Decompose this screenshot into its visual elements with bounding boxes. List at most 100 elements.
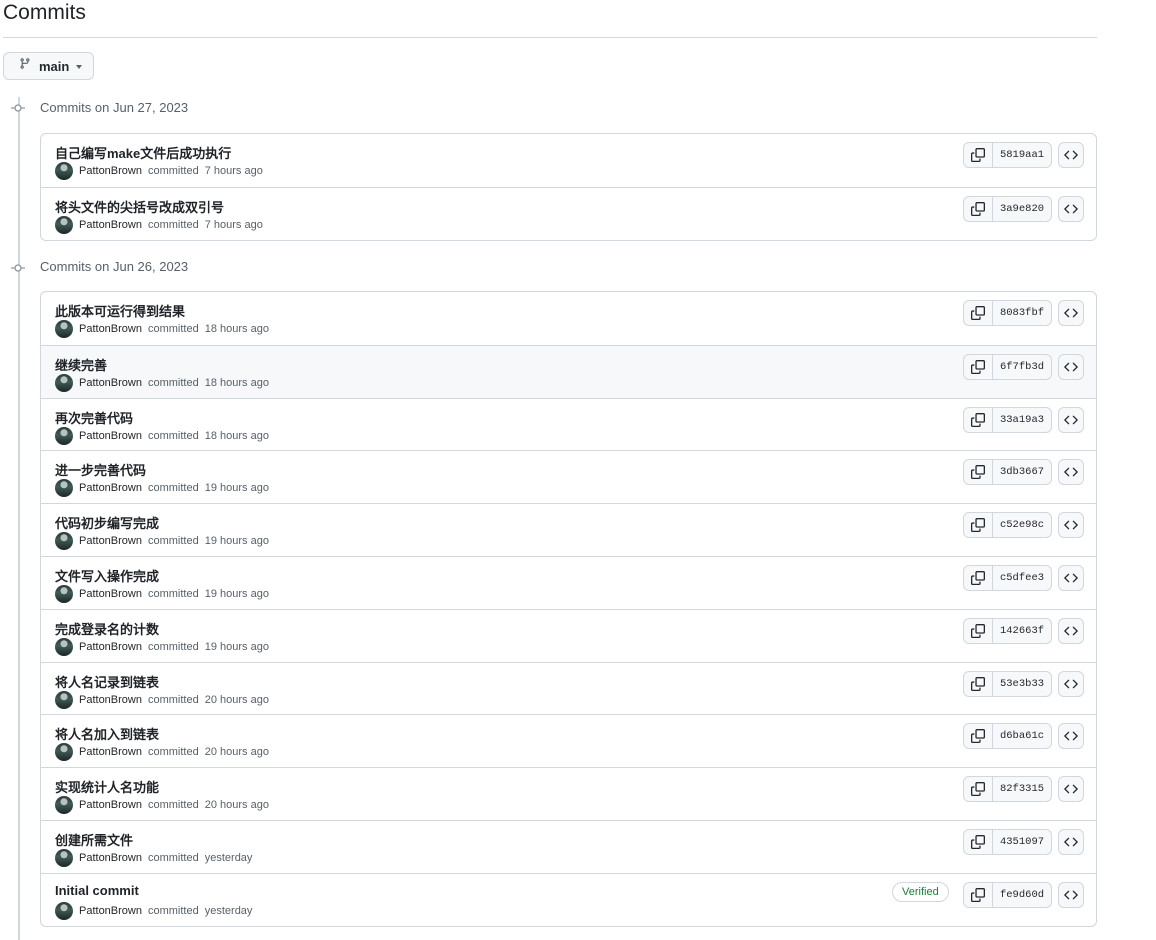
commit-sha-link[interactable]: 4351097 [993,830,1051,854]
avatar[interactable] [55,743,73,762]
avatar[interactable] [55,320,73,338]
commit-message-link[interactable]: 完成登录名的计数 [55,619,159,638]
commit-message-link[interactable]: 再次完善代码 [55,408,133,427]
code-icon[interactable] [1058,670,1084,697]
commit-time: 20 hours ago [204,746,269,759]
code-icon[interactable] [1058,564,1084,591]
copy-icon[interactable] [964,513,993,538]
commit-author-link[interactable]: PattonBrown [79,323,142,335]
avatar[interactable] [55,584,73,603]
avatar[interactable] [55,373,73,392]
commit-sha-group: 6f7fb3d [963,353,1052,380]
commit-sha-link[interactable]: d6ba61c [993,724,1051,748]
commit-sha-link[interactable]: 82f3315 [993,777,1051,801]
avatar[interactable] [55,426,73,445]
copy-icon[interactable] [964,829,993,854]
code-icon[interactable] [1058,406,1084,433]
avatar[interactable] [55,162,73,180]
copy-icon[interactable] [964,724,993,749]
avatar[interactable] [55,532,73,551]
code-icon[interactable] [1058,512,1084,539]
commit-author-link[interactable]: PattonBrown [79,430,142,442]
copy-icon[interactable] [964,196,993,221]
commit-author-link[interactable]: PattonBrown [79,165,142,177]
commit-message-link[interactable]: 文件写入操作完成 [55,566,159,585]
avatar[interactable] [55,479,73,498]
commit-author-link[interactable]: PattonBrown [79,588,142,600]
code-icon[interactable] [1058,617,1084,644]
commit-sha-group: 8083fbf [963,300,1052,326]
commit-sha-link[interactable]: 142663f [993,619,1051,643]
commit-message-link[interactable]: 自己编写make文件后成功执行 [55,143,231,162]
commit-message-link[interactable]: 将人名加入到链表 [55,724,159,743]
commit-message-link[interactable]: Initial commit [55,883,139,898]
commit-message-link[interactable]: 进一步完善代码 [55,460,146,479]
commit-message-link[interactable]: 此版本可运行得到结果 [55,301,185,320]
copy-icon[interactable] [964,882,993,907]
commit-author-link[interactable]: PattonBrown [79,377,142,389]
commit-sha-link[interactable]: fe9d60d [993,883,1051,907]
avatar[interactable] [55,901,73,920]
avatar[interactable] [55,848,73,867]
code-icon[interactable] [1058,881,1084,908]
commit-sha-link[interactable]: c52e98c [993,513,1051,537]
commit-meta: PattonBrown committed yesterday [55,901,252,920]
verified-badge[interactable]: Verified [892,881,949,902]
commit-author-link[interactable]: PattonBrown [79,799,142,811]
commit-message-link[interactable]: 创建所需文件 [55,830,133,849]
code-icon[interactable] [1058,459,1084,486]
git-branch-icon [19,57,31,75]
copy-icon[interactable] [964,407,993,432]
commit-author-link[interactable]: PattonBrown [79,852,142,864]
copy-icon[interactable] [964,143,993,167]
avatar[interactable] [55,637,73,656]
commit-time: 19 hours ago [204,482,269,495]
code-icon[interactable] [1058,776,1084,803]
branch-select-button[interactable]: main [3,52,94,80]
commit-message-link[interactable]: 将头文件的尖括号改成双引号 [55,197,224,216]
commit-author-link[interactable]: PattonBrown [79,694,142,706]
commit-author-link[interactable]: PattonBrown [79,482,142,494]
commit-row: 再次完善代码 PattonBrown committed 18 hours ago 33… [41,397,1096,451]
commit-message-link[interactable]: 将人名记录到链表 [55,672,159,691]
code-icon[interactable] [1058,353,1084,380]
copy-icon[interactable] [964,565,993,590]
copy-icon[interactable] [964,354,993,379]
code-icon[interactable] [1058,828,1084,855]
commit-sha-link[interactable]: 3db3667 [993,460,1051,484]
commit-author-link[interactable]: PattonBrown [79,746,142,758]
copy-icon[interactable] [964,671,993,696]
avatar[interactable] [55,690,73,709]
code-icon[interactable] [1058,723,1084,750]
code-icon[interactable] [1058,300,1084,326]
commit-row: 进一步完善代码 PattonBrown committed 19 hours ago 3… [41,450,1096,503]
commit-author-link[interactable]: PattonBrown [79,905,142,917]
commit-row: 文件写入操作完成 PattonBrown committed 19 hours ago… [41,555,1096,609]
commit-sha-link[interactable]: 53e3b33 [993,672,1051,696]
commit-author-link[interactable]: PattonBrown [79,641,142,653]
commit-sha-link[interactable]: 3a9e820 [993,197,1051,221]
commit-time: 19 hours ago [204,535,269,548]
commit-sha-link[interactable]: 33a19a3 [993,408,1051,432]
commit-sha-link[interactable]: c5dfee3 [993,566,1051,590]
copy-icon[interactable] [964,301,993,325]
copy-icon[interactable] [964,460,993,485]
code-icon[interactable] [1058,195,1084,222]
commit-message-link[interactable]: 代码初步编写完成 [55,513,159,532]
avatar[interactable] [55,215,73,234]
commit-sha-link[interactable]: 8083fbf [993,301,1051,325]
commit-action: committed [147,851,199,864]
commit-message-link[interactable]: 继续完善 [55,355,107,374]
commit-time: 20 hours ago [204,693,269,706]
copy-icon[interactable] [964,618,993,643]
commit-sha-link[interactable]: 5819aa1 [993,143,1051,167]
commit-sha-link[interactable]: 6f7fb3d [993,355,1051,379]
commit-author-link[interactable]: PattonBrown [79,219,142,231]
code-icon[interactable] [1058,142,1084,168]
commit-meta: PattonBrown committed 18 hours ago [55,426,269,445]
avatar[interactable] [55,796,73,815]
copy-icon[interactable] [964,777,993,802]
commit-action: committed [147,429,199,442]
commit-author-link[interactable]: PattonBrown [79,535,142,547]
commit-message-link[interactable]: 实现统计人名功能 [55,777,159,796]
